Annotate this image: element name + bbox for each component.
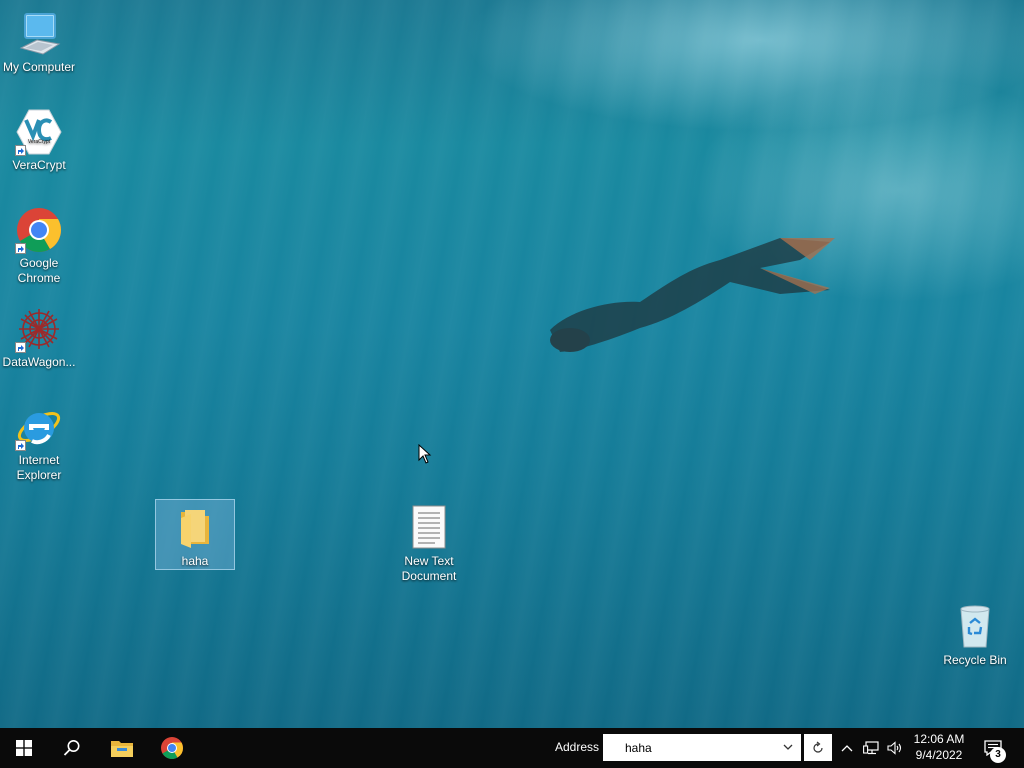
network-button[interactable] [860,728,882,768]
search-button[interactable] [48,728,96,768]
svg-text:VeraCrypt: VeraCrypt [28,139,51,145]
datawagon-icon [15,305,63,353]
address-toolbar-label: Address [555,740,600,754]
file-explorer-button[interactable] [98,728,146,768]
file-explorer-icon [111,741,133,757]
desktop-icon-label: Recycle Bin [943,653,1007,667]
desktop-icon-internet-explorer[interactable]: Internet Explorer [0,403,78,483]
address-bar[interactable] [603,734,801,761]
show-hidden-icons-button[interactable] [837,728,857,768]
swimmer-image [550,238,835,352]
text-document-icon [405,504,453,552]
light-rays [0,0,1024,728]
desktop-icon-label: Google Chrome [17,256,61,285]
clock-time: 12:06 AM [913,732,965,746]
desktop-icon-google-chrome[interactable]: Google Chrome [0,206,78,286]
clock-date: 9/4/2022 [915,748,963,762]
chrome-icon [161,737,183,759]
internet-explorer-icon [15,403,63,451]
desktop-icon-new-text-document[interactable]: New Text Document [390,504,468,584]
volume-button[interactable] [884,728,906,768]
search-icon [63,740,80,756]
volume-icon [887,741,902,755]
start-button[interactable] [0,728,48,768]
computer-icon [15,10,63,58]
chrome-icon [15,206,63,254]
refresh-icon [813,741,823,753]
shortcut-arrow-icon [15,342,26,353]
notification-count-badge: 3 [990,747,1006,763]
taskbar-clock[interactable]: 12:06 AM 9/4/2022 [908,731,970,763]
veracrypt-icon: VeraCrypt [15,108,63,156]
folder-icon [171,504,219,552]
shortcut-arrow-icon [15,243,26,254]
mouse-cursor-icon [418,444,432,464]
desktop-icon-my-computer[interactable]: My Computer [0,10,78,75]
start-icon [16,740,32,756]
address-input[interactable] [603,734,797,761]
desktop-icon-label: DataWagon... [2,355,76,369]
taskbar: Address 12:06 AM 9/4/2022 [0,728,1024,768]
desktop-icon-recycle-bin[interactable]: Recycle Bin [936,603,1014,668]
chevron-up-icon [841,745,853,752]
chrome-taskbar-button[interactable] [148,728,196,768]
desktop-icon-datawagon[interactable]: DataWagon... [0,305,78,370]
desktop-icon-label: haha [181,554,209,568]
shortcut-arrow-icon [15,145,26,156]
address-go-button[interactable] [804,734,832,761]
shortcut-arrow-icon [15,440,26,451]
network-icon [863,741,879,755]
chevron-down-icon[interactable] [781,740,795,754]
desktop-icon-label: New Text Document [401,554,457,583]
desktop-icon-label: Internet Explorer [16,453,62,482]
desktop-icon-veracrypt[interactable]: VeraCrypt VeraCrypt [0,108,78,173]
recycle-bin-icon [951,603,999,651]
desktop-icon-label: VeraCrypt [12,158,66,172]
desktop-icon-haha-folder[interactable]: haha [155,499,235,570]
desktop-background[interactable]: My Computer VeraCrypt VeraCrypt Google C… [0,0,1024,728]
desktop-icon-label: My Computer [2,60,76,74]
